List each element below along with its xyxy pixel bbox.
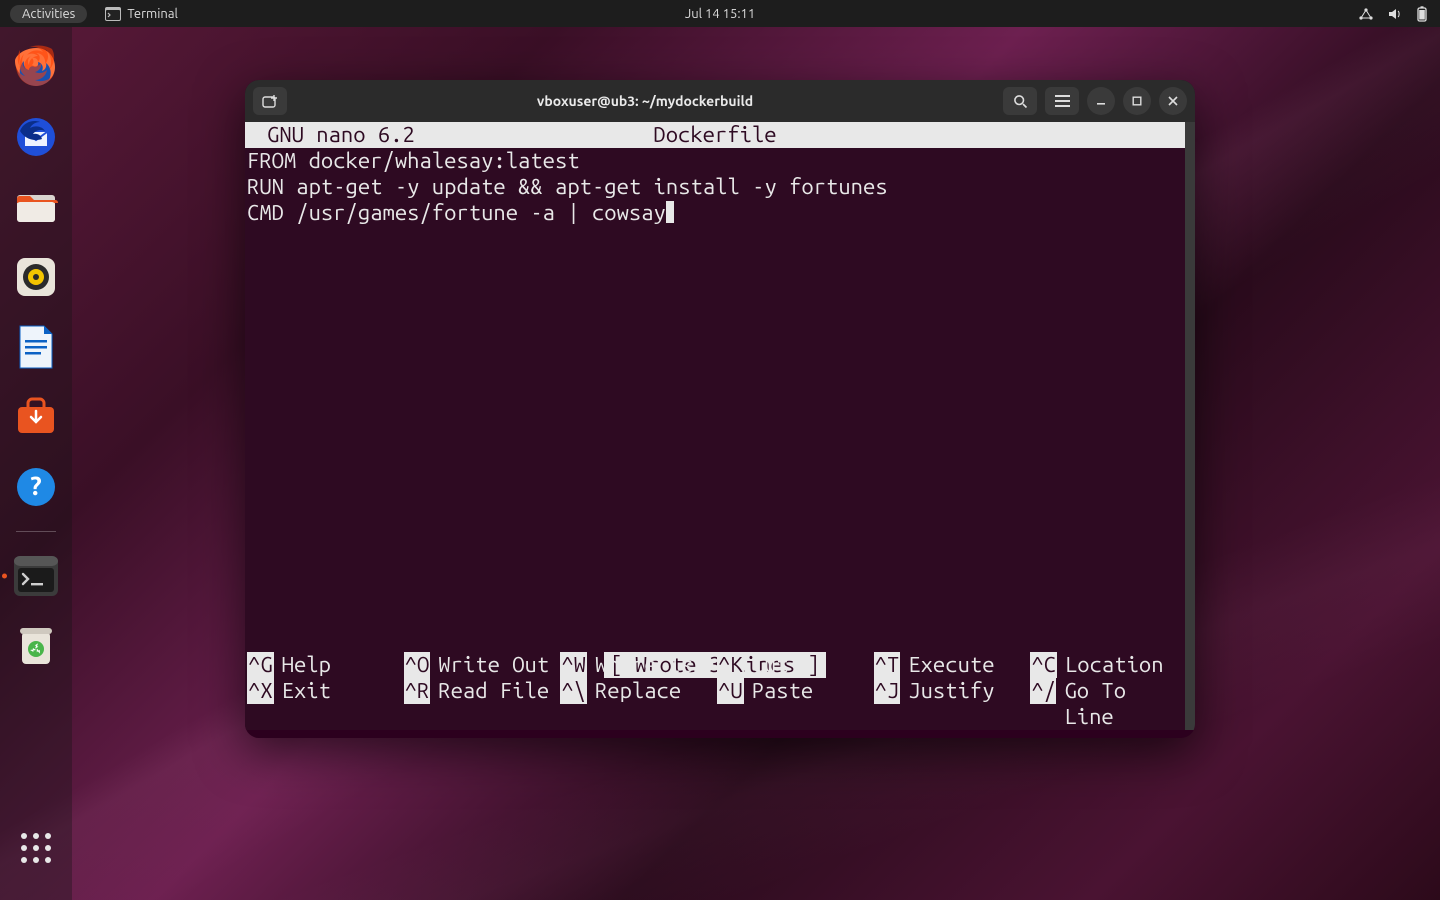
text-cursor	[666, 201, 674, 223]
svg-text:?: ?	[30, 471, 41, 500]
network-icon[interactable]	[1358, 7, 1374, 21]
dock-libreoffice-writer[interactable]	[10, 321, 62, 373]
nano-editor-body[interactable]: FROM docker/whalesay:latest RUN apt-get …	[245, 148, 1185, 226]
volume-icon[interactable]	[1388, 7, 1402, 21]
shortcut-exit: ^X Exit	[245, 678, 402, 730]
window-title: vboxuser@ub3: ~/mydockerbuild	[295, 93, 995, 109]
dock-trash[interactable]	[10, 620, 62, 672]
minimize-button[interactable]	[1087, 87, 1115, 115]
terminal-window: vboxuser@ub3: ~/mydockerbuild	[245, 80, 1195, 738]
shortcut-execute: ^T Execute	[872, 652, 1029, 678]
shortcut-location: ^C Location	[1028, 652, 1185, 678]
shortcut-paste: ^U Paste	[715, 678, 872, 730]
terminal-app-icon	[12, 554, 60, 598]
shortcut-cut: ^K Cut	[715, 652, 872, 678]
terminal-icon	[105, 7, 121, 21]
focused-app-indicator[interactable]: Terminal	[105, 7, 178, 21]
show-applications[interactable]	[10, 822, 62, 874]
battery-icon[interactable]	[1416, 6, 1428, 22]
rhythmbox-icon	[14, 255, 58, 299]
help-icon: ?	[14, 465, 58, 509]
firefox-icon	[14, 45, 58, 89]
file-line-2: RUN apt-get -y update && apt-get install…	[247, 174, 888, 199]
dock-help[interactable]: ?	[10, 461, 62, 513]
new-tab-button[interactable]	[253, 87, 287, 115]
shortcut-replace: ^\ Replace	[558, 678, 715, 730]
close-button[interactable]	[1159, 87, 1187, 115]
file-line-1: FROM docker/whalesay:latest	[247, 148, 580, 173]
dock-thunderbird[interactable]	[10, 111, 62, 163]
thunderbird-icon	[14, 115, 58, 159]
software-icon	[14, 397, 58, 437]
dock-firefox[interactable]	[10, 41, 62, 93]
focused-app-label: Terminal	[127, 7, 178, 21]
shortcut-where-is: ^W Where Is	[558, 652, 715, 678]
dock-separator	[16, 531, 56, 532]
hamburger-icon	[1055, 95, 1070, 108]
gnome-top-bar: Activities Terminal Jul 14 15:11	[0, 0, 1440, 27]
writer-icon	[16, 324, 56, 370]
maximize-icon	[1131, 95, 1143, 107]
dock-terminal[interactable]	[10, 550, 62, 602]
terminal-viewport[interactable]: GNU nano 6.2 Dockerfile FROM docker/whal…	[245, 122, 1185, 730]
clock[interactable]: Jul 14 15:11	[685, 7, 755, 21]
search-icon	[1013, 94, 1028, 109]
shortcut-write-out: ^O Write Out	[402, 652, 559, 678]
apps-grid-icon	[18, 830, 54, 866]
nano-filename: Dockerfile	[653, 122, 776, 148]
maximize-button[interactable]	[1123, 87, 1151, 115]
file-line-3: CMD /usr/games/fortune -a | cowsay	[247, 200, 666, 225]
dock-files[interactable]	[10, 181, 62, 233]
shortcut-justify: ^J Justify	[872, 678, 1029, 730]
shortcut-read-file: ^R Read File	[402, 678, 559, 730]
nano-header: GNU nano 6.2 Dockerfile	[245, 122, 1185, 148]
search-button[interactable]	[1003, 87, 1037, 115]
window-titlebar[interactable]: vboxuser@ub3: ~/mydockerbuild	[245, 80, 1195, 122]
new-tab-icon	[262, 94, 278, 108]
minimize-icon	[1095, 95, 1107, 107]
activities-button[interactable]: Activities	[10, 5, 87, 23]
dock-ubuntu-software[interactable]	[10, 391, 62, 443]
nano-app-label: GNU nano 6.2	[247, 122, 415, 148]
terminal-scrollbar[interactable]	[1185, 122, 1195, 730]
shortcut-help: ^G Help	[245, 652, 402, 678]
close-icon	[1167, 95, 1179, 107]
menu-button[interactable]	[1045, 87, 1079, 115]
files-icon	[14, 187, 58, 227]
dock-rhythmbox[interactable]	[10, 251, 62, 303]
dock: ?	[0, 27, 72, 900]
shortcut-go-to-line: ^/ Go To Line	[1028, 678, 1185, 730]
nano-shortcut-bar: ^G Help ^O Write Out ^W Where Is ^K Cut …	[245, 652, 1185, 730]
trash-icon	[16, 624, 56, 668]
